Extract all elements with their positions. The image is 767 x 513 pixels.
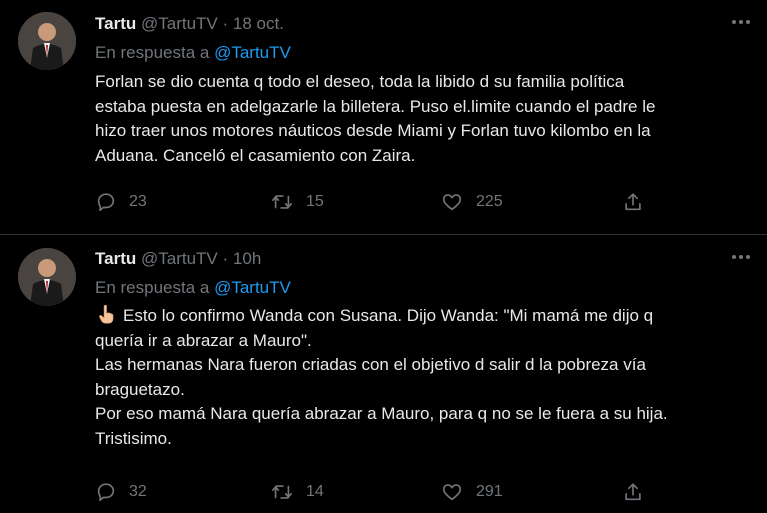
reply-mention-link[interactable]: @TartuTV [214,278,291,297]
comment-icon [97,193,115,212]
like-count: 225 [476,193,503,210]
action-bar: 32 14 291 [95,480,675,504]
author-handle[interactable]: @TartuTV [141,14,218,33]
retweet-count: 15 [306,193,324,210]
comment-icon [97,483,115,502]
tweet-text-line: braguetazo. [95,379,185,399]
tweet-text-line: hizo traer unos motores náuticos desde M… [95,121,651,140]
tweet-text-line: Esto lo confirmo Wanda con Susana. Dijo … [95,303,755,329]
retweet-count: 14 [306,483,324,500]
reply-prefix: En respuesta a [95,278,215,297]
timestamp[interactable]: 18 oct. [233,14,284,33]
share-button[interactable] [622,480,644,504]
retweet-button[interactable]: 14 [270,480,324,504]
retweet-icon [272,485,292,499]
action-bar: 23 15 225 [95,190,675,214]
reply-button[interactable]: 32 [95,480,147,504]
share-icon [625,193,641,211]
tweet-text: Esto lo confirmo Wanda con Susana. Dijo … [95,303,755,451]
reply-context: En respuesta a @TartuTV [95,43,291,63]
reply-context: En respuesta a @TartuTV [95,278,291,298]
avatar[interactable] [18,12,76,70]
author-name[interactable]: Tartu [95,14,136,33]
author-name[interactable]: Tartu [95,249,136,268]
heart-icon [442,194,462,211]
tweet-text-line: Por eso mamá Nara quería abrazar a Mauro… [95,404,668,423]
retweet-button[interactable]: 15 [270,190,324,214]
separator: · [222,249,229,268]
share-icon [625,483,641,501]
tweet[interactable]: Tartu @TartuTV · 18 oct. En respuesta a … [0,0,767,234]
timestamp[interactable]: 10h [233,249,261,268]
heart-icon [442,484,462,501]
more-icon[interactable] [729,249,753,265]
like-button[interactable]: 291 [440,480,503,504]
reply-count: 23 [129,193,147,210]
separator: · [222,14,229,33]
reply-prefix: En respuesta a [95,43,215,62]
tweet-text: Forlan se dio cuenta q todo el deseo, to… [95,70,755,168]
tweet-text-line: estaba puesta en adelgazarle la billeter… [95,96,656,116]
tweet-text-line: quería ir a abrazar a Mauro". [95,330,312,350]
tweet-header: Tartu @TartuTV · 18 oct. [95,14,284,34]
more-icon[interactable] [729,14,753,30]
retweet-icon [272,195,292,209]
reply-count: 32 [129,483,147,500]
tweet-text-line: Tristisimo. [95,428,172,448]
tweet-text-line: Las hermanas Nara fueron criadas con el … [95,355,646,374]
author-handle[interactable]: @TartuTV [141,249,218,268]
reply-button[interactable]: 23 [95,190,147,214]
pointing-hand-emoji [95,303,117,325]
reply-mention-link[interactable]: @TartuTV [214,43,291,62]
share-button[interactable] [622,190,644,214]
like-count: 291 [476,483,503,500]
tweet-text-line: Forlan se dio cuenta q todo el deseo, to… [95,72,625,91]
tweet-text-line-content: Esto lo confirmo Wanda con Susana. Dijo … [123,306,654,325]
tweet-text-line: Aduana. Canceló el casamiento con Zaira. [95,145,416,165]
tweet[interactable]: Tartu @TartuTV · 10h En respuesta a @Tar… [0,235,767,513]
like-button[interactable]: 225 [440,190,503,214]
avatar[interactable] [18,248,76,306]
tweet-header: Tartu @TartuTV · 10h [95,249,261,269]
